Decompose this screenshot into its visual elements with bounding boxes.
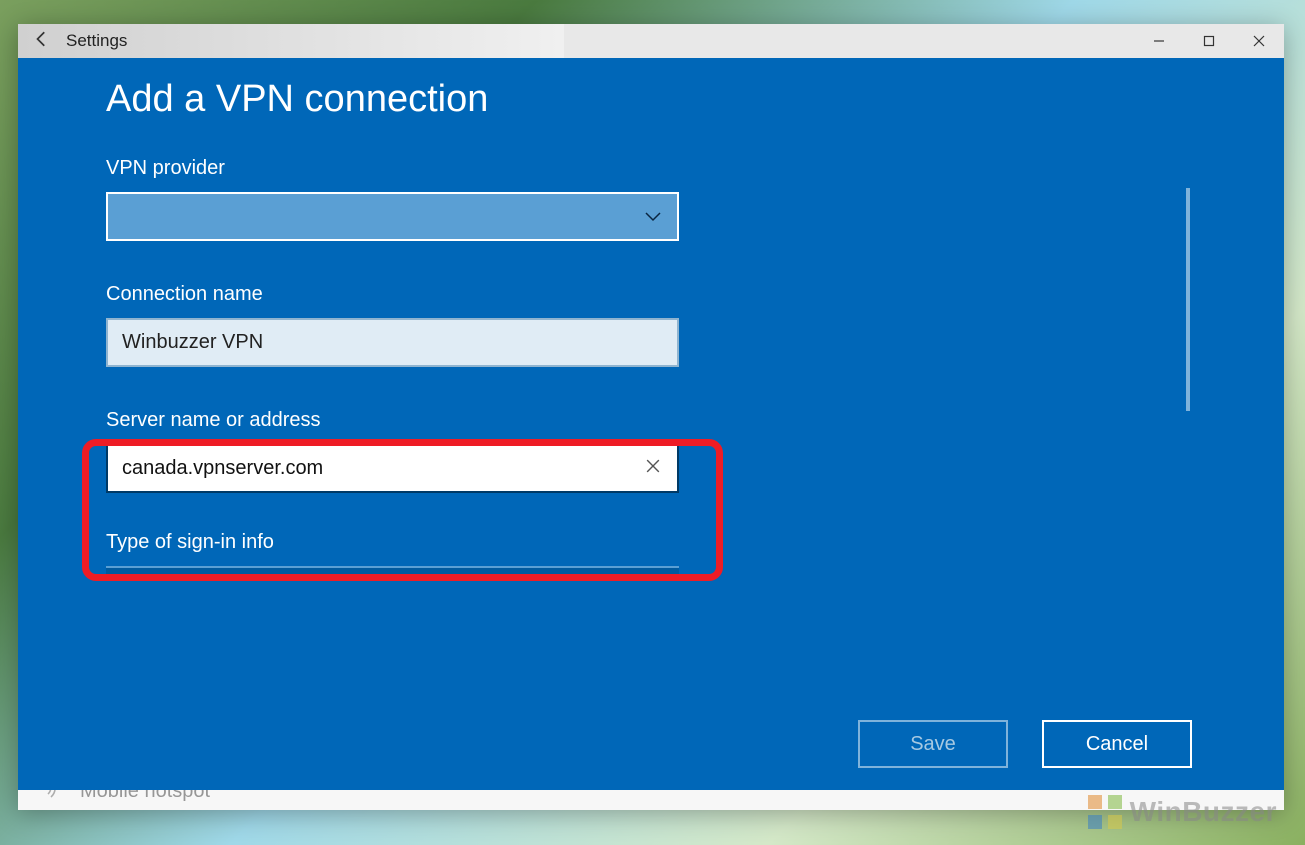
cancel-button-label: Cancel xyxy=(1086,733,1148,756)
dialog-buttons: Save Cancel xyxy=(858,720,1192,768)
watermark-text: WinBuzzer xyxy=(1130,796,1277,828)
minimize-button[interactable] xyxy=(1134,24,1184,58)
watermark-logo-icon xyxy=(1088,795,1122,829)
vpn-panel: Add a VPN connection VPN provider Connec… xyxy=(18,58,1284,790)
window-controls xyxy=(1134,24,1284,58)
chevron-down-icon xyxy=(645,212,661,222)
connection-name-label: Connection name xyxy=(106,283,686,306)
cancel-button[interactable]: Cancel xyxy=(1042,720,1192,768)
field-connection-name: Connection name Winbuzzer VPN xyxy=(106,283,686,367)
signin-type-dropdown[interactable] xyxy=(106,566,679,576)
clear-input-button[interactable] xyxy=(641,459,665,478)
window-title: Settings xyxy=(66,31,127,51)
server-address-input[interactable] xyxy=(122,457,641,480)
server-address-input-wrap xyxy=(106,444,679,493)
back-button[interactable] xyxy=(18,30,66,53)
titlebar: Settings xyxy=(18,24,1284,58)
save-button: Save xyxy=(858,720,1008,768)
watermark: WinBuzzer xyxy=(1088,795,1277,829)
vpn-provider-label: VPN provider xyxy=(106,157,686,180)
vpn-form: Add a VPN connection VPN provider Connec… xyxy=(106,78,686,576)
signin-type-label: Type of sign-in info xyxy=(106,531,686,554)
close-button[interactable] xyxy=(1234,24,1284,58)
vpn-provider-dropdown[interactable] xyxy=(106,192,679,241)
panel-heading: Add a VPN connection xyxy=(106,78,686,121)
close-icon xyxy=(646,459,660,473)
field-signin-type: Type of sign-in info xyxy=(106,531,686,576)
connection-name-input[interactable]: Winbuzzer VPN xyxy=(106,318,679,367)
save-button-label: Save xyxy=(910,733,956,756)
connection-name-value: Winbuzzer VPN xyxy=(122,331,263,354)
scrollbar[interactable] xyxy=(1186,188,1190,411)
maximize-button[interactable] xyxy=(1184,24,1234,58)
field-server-address: Server name or address xyxy=(106,409,686,493)
field-vpn-provider: VPN provider xyxy=(106,157,686,241)
settings-window: Settings Change adapter options Mobile h… xyxy=(18,24,1284,810)
server-address-label: Server name or address xyxy=(106,409,686,432)
